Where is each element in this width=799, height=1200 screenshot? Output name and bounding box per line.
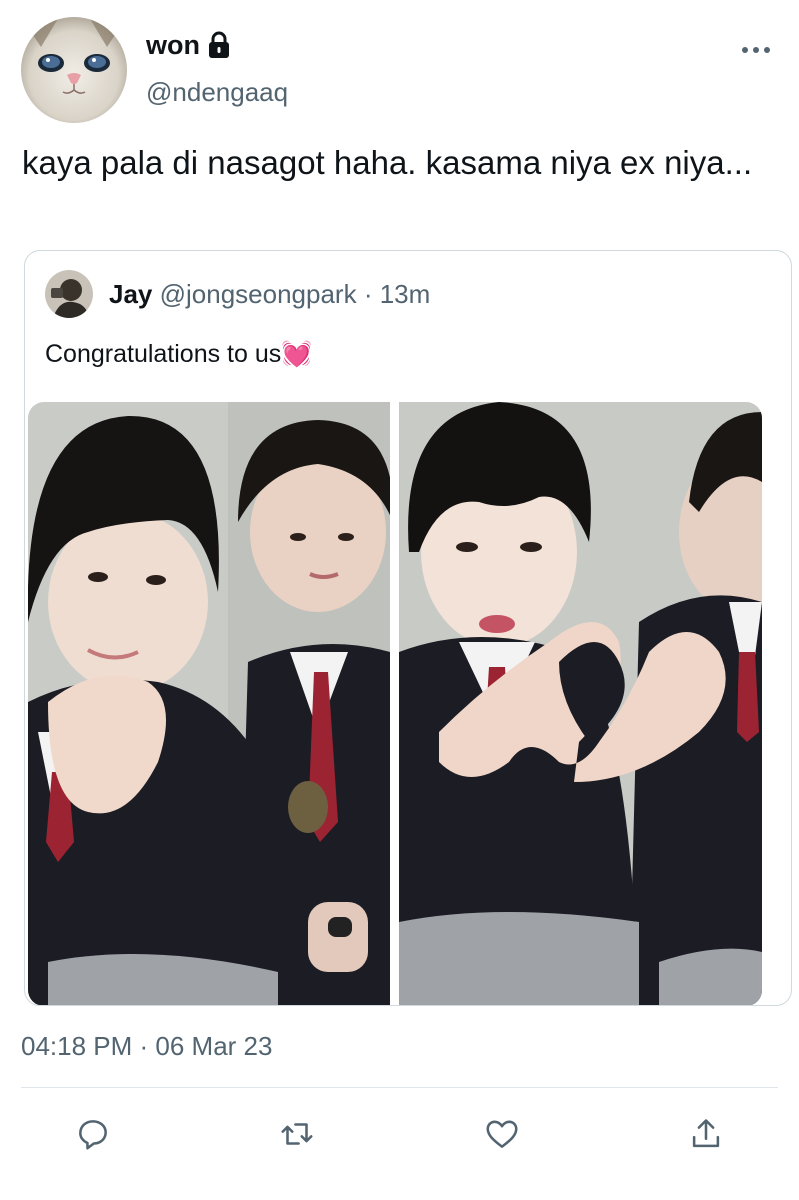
quote-header: Jay @jongseongpark · 13m [109,278,430,310]
tweet-actions [0,1112,799,1162]
author-display-name[interactable]: won [146,28,200,62]
photo-booth-left-image [28,402,390,1005]
reply-icon [79,1120,107,1150]
tweet-timestamp[interactable]: 04:18 PM · 06 Mar 23 [21,1029,272,1063]
like-button[interactable] [480,1112,524,1156]
author-avatar[interactable] [21,17,127,123]
quote-author-handle[interactable]: @jongseongpark [160,279,357,309]
quote-author-avatar[interactable] [45,270,93,318]
retweet-button[interactable] [275,1112,319,1156]
more-horizontal-icon[interactable] [741,44,771,56]
cat-face-avatar [21,17,127,123]
share-icon [692,1119,720,1148]
photo-booth-right-image [399,402,762,1005]
divider [21,1087,778,1088]
quote-time[interactable]: 13m [380,279,431,309]
author-display-name-row[interactable]: won [146,28,231,62]
photo-booth-left[interactable] [28,402,390,1005]
share-button[interactable] [684,1112,728,1156]
quote-photos [28,402,762,1005]
author-handle[interactable]: @ndengaaq [146,76,288,108]
reply-button[interactable] [71,1112,115,1156]
quote-author-name[interactable]: Jay [109,279,152,309]
heart-icon [486,1120,518,1148]
photo-booth-right[interactable] [399,402,762,1005]
quote-separator: · [356,279,380,309]
quote-tweet-card[interactable]: Jay @jongseongpark · 13m Congratulations… [24,250,792,1006]
retweet-icon [281,1123,313,1145]
quote-avatar-photo [45,270,93,318]
quote-text: Congratulations to us💓 [45,340,313,368]
lock-icon [209,31,229,58]
tweet-text: kaya pala di nasagot haha. kasama niya e… [22,144,753,181]
